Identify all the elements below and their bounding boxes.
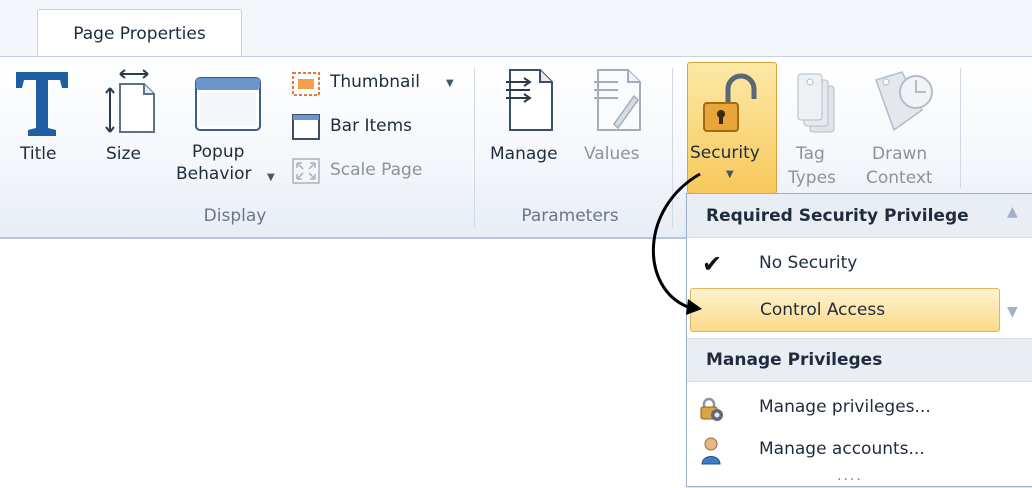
title-label: Title: [20, 144, 57, 164]
thumbnail-label: Thumbnail: [330, 72, 420, 92]
values-document-icon: [592, 68, 644, 134]
tag-types-label-line2: Types: [788, 168, 836, 188]
scale-page-icon: [292, 158, 320, 184]
scale-page-button[interactable]: Scale Page: [290, 156, 450, 188]
drawn-context-label-line1: Drawn: [872, 144, 928, 164]
chevron-down-icon: ▼: [267, 172, 275, 183]
manage-parameters-button[interactable]: Manage: [486, 64, 576, 184]
popup-behavior-button[interactable]: Popup Behavior ▼: [172, 64, 288, 188]
bar-items-button[interactable]: Bar Items: [290, 112, 440, 144]
annotation-arrow: [651, 172, 702, 315]
title-button[interactable]: Title: [8, 64, 82, 184]
popup-label-line1: Popup: [192, 142, 245, 162]
user-account-icon: [700, 436, 722, 466]
popup-window-icon: [194, 76, 264, 134]
display-group-label: Display: [203, 206, 267, 226]
padlock-open-icon: [702, 73, 758, 135]
group-separator: [960, 68, 961, 188]
values-label: Values: [584, 144, 640, 164]
menu-item-control-access[interactable]: Control Access: [690, 288, 1000, 332]
tag-types-icon: [794, 68, 842, 138]
scroll-down-icon[interactable]: ▼: [1007, 304, 1018, 320]
values-button[interactable]: Values: [580, 64, 660, 184]
tab-page-properties[interactable]: Page Properties: [37, 9, 242, 58]
scroll-up-icon[interactable]: ▲: [1007, 204, 1018, 220]
menu-item-manage-privileges[interactable]: Manage privileges...: [690, 388, 1030, 428]
group-separator: [474, 68, 475, 228]
drawn-context-label-line2: Context: [866, 168, 933, 188]
manage-label: Manage: [490, 144, 558, 164]
manage-privileges-label: Manage privileges...: [759, 397, 931, 417]
menu-item-manage-accounts[interactable]: Manage accounts...: [690, 430, 1030, 470]
manage-document-icon: [504, 68, 556, 134]
drawn-context-button[interactable]: Drawn Context: [862, 64, 952, 192]
bar-items-label: Bar Items: [330, 116, 413, 136]
chevron-down-icon: ▼: [446, 78, 454, 89]
chevron-down-icon: ▼: [726, 169, 734, 180]
manage-accounts-label: Manage accounts...: [759, 439, 925, 459]
required-security-privilege-header: Required Security Privilege: [687, 194, 1032, 238]
resize-grip[interactable]: ····: [837, 472, 863, 488]
scale-page-label: Scale Page: [330, 160, 423, 180]
bar-items-icon: [292, 114, 320, 140]
popup-label-line2: Behavior: [176, 164, 252, 184]
tag-types-label-line1: Tag: [796, 144, 825, 164]
size-button[interactable]: Size: [92, 64, 162, 184]
manage-privileges-header: Manage Privileges: [687, 338, 1032, 382]
thumbnail-button[interactable]: Thumbnail ▼: [290, 70, 460, 102]
drawn-context-icon: [872, 66, 936, 138]
no-security-label: No Security: [759, 253, 858, 273]
security-label: Security: [690, 143, 760, 163]
parameters-group-label: Parameters: [521, 206, 619, 226]
control-access-label: Control Access: [760, 300, 886, 320]
page-size-icon: [98, 66, 158, 140]
security-dropdown-menu: Required Security Privilege ▲ ✔ No Secur…: [686, 193, 1032, 488]
lock-gear-icon: [698, 396, 724, 422]
title-t-icon: [14, 68, 70, 138]
tag-types-button[interactable]: Tag Types: [782, 64, 852, 192]
size-label: Size: [106, 144, 141, 164]
menu-item-no-security[interactable]: ✔ No Security: [690, 242, 1000, 286]
thumbnail-icon: [292, 72, 320, 96]
